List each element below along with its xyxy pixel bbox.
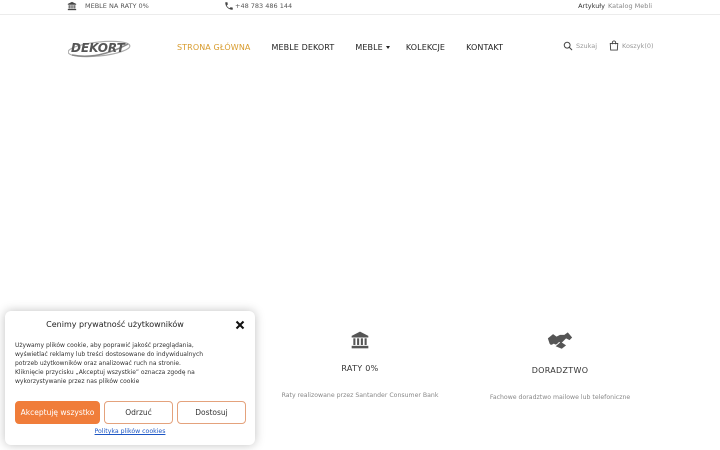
- raty-info[interactable]: MEBLE NA RATY 0%: [67, 0, 149, 11]
- customize-button[interactable]: Dostosuj: [177, 401, 246, 424]
- catalog-link[interactable]: Katalog Mebli: [608, 2, 652, 10]
- dekort-logo[interactable]: DEKORT: [68, 36, 134, 60]
- nav-strona-glowna[interactable]: STRONA GŁÓWNA: [177, 43, 250, 52]
- cart-button[interactable]: Koszyk (0): [609, 40, 654, 51]
- main-nav: STRONA GŁÓWNA MEBLE DEKORT MEBLE KOLEKCJ…: [177, 40, 524, 54]
- header: DEKORT STRONA GŁÓWNA MEBLE DEKORT MEBLE …: [0, 15, 720, 77]
- phone-number: +48 783 486 144: [235, 1, 293, 10]
- articles-link[interactable]: Artykuły: [578, 2, 605, 10]
- feature-title: RATY 0%: [341, 364, 379, 373]
- nav-kontakt[interactable]: KONTAKT: [466, 43, 503, 52]
- top-links: Artykuły Katalog Mebli: [578, 0, 652, 11]
- cookie-policy-link[interactable]: Polityka plików cookies: [5, 428, 255, 435]
- accept-all-button[interactable]: Akceptuję wszystko: [15, 401, 100, 424]
- nav-meble-dekort[interactable]: MEBLE DEKORT: [271, 43, 334, 52]
- cookie-buttons: Akceptuję wszystko Odrzuć Dostosuj: [15, 401, 247, 424]
- cookie-text-line: Używamy plików cookie, aby poprawić jako…: [15, 342, 194, 349]
- feature-desc: Fachowe doradztwo mailowe lub telefonicz…: [489, 394, 631, 401]
- phone-icon: [225, 1, 233, 10]
- bank-icon: [351, 331, 369, 349]
- raty-label: MEBLE NA RATY 0%: [85, 1, 149, 10]
- cookie-text-line: wyświetlać reklamy lub treści dostosowan…: [15, 351, 204, 358]
- handshake-icon: [547, 332, 573, 349]
- close-icon[interactable]: [235, 320, 245, 330]
- bank-icon: [67, 1, 77, 10]
- search-icon: [563, 41, 573, 51]
- search-button[interactable]: Szukaj: [563, 41, 597, 51]
- feature-raty: RATY 0% Raty realizowane przez Santander…: [250, 330, 470, 399]
- cart-bag-icon: [609, 40, 619, 51]
- feature-desc: Raty realizowane przez Santander Consume…: [281, 392, 439, 399]
- feature-title: DORADZTWO: [531, 366, 589, 375]
- chevron-down-icon: [385, 45, 390, 49]
- cookie-text-line: potrzeb użytkowników oraz analizować ruc…: [15, 360, 181, 367]
- nav-meble[interactable]: MEBLE: [355, 42, 390, 52]
- cart-count: (0): [644, 41, 654, 50]
- cookie-text-line: wykorzystywanie przez nas plików cookie: [15, 378, 140, 385]
- cookie-text-line: Kliknięcie przycisku „Akceptuj wszystkie…: [15, 369, 195, 376]
- svg-text:DEKORT: DEKORT: [71, 41, 126, 55]
- deny-button[interactable]: Odrzuć: [104, 401, 173, 424]
- phone-info[interactable]: +48 783 486 144: [224, 0, 292, 11]
- search-label: Szukaj: [576, 42, 598, 50]
- nav-meble-label: MEBLE: [355, 42, 383, 52]
- nav-kolekcje[interactable]: KOLEKCJE: [406, 43, 445, 52]
- top-bar: MEBLE NA RATY 0% +48 783 486 144 Artykuł…: [0, 0, 720, 11]
- feature-doradztwo: DORADZTWO Fachowe doradztwo mailowe lub …: [450, 330, 670, 401]
- cookie-consent-dialog: Cenimy prywatność użytkowników Używamy p…: [5, 311, 255, 445]
- cart-label: Koszyk: [622, 41, 645, 50]
- cookie-title: Cenimy prywatność użytkowników: [46, 320, 184, 329]
- cookie-text: Używamy plików cookie, aby poprawić jako…: [15, 341, 230, 386]
